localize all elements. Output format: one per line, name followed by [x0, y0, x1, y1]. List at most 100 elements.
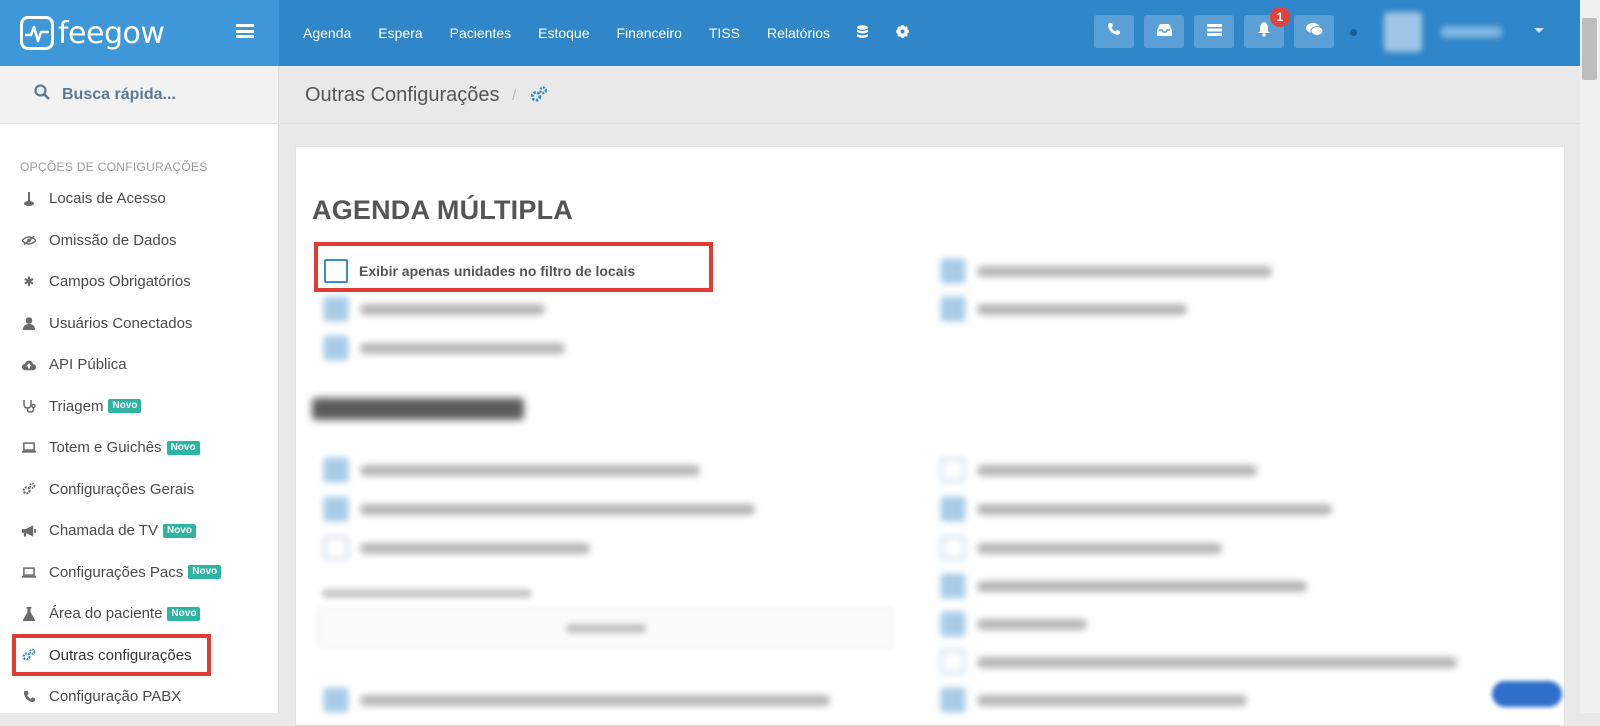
page-title: Outras Configurações [305, 84, 500, 106]
redacted-checkbox [941, 297, 965, 321]
sidebar-item-locais-de-acesso[interactable]: Locais de Acesso [0, 178, 279, 220]
location-icon [22, 191, 36, 206]
sidebar-item-label: Usuários Conectados [49, 314, 193, 332]
redacted-checkbox [941, 574, 965, 598]
redacted-text [977, 464, 1257, 476]
redacted-option [941, 650, 1457, 674]
novo-badge: Novo [108, 399, 142, 414]
redacted-checkbox [941, 458, 965, 482]
sidebar-item-label: Configurações Pacs [49, 563, 184, 581]
laptop-icon [22, 565, 36, 579]
redacted-checkbox [941, 650, 965, 674]
sidebar-item-label: Chamada de TV [49, 522, 158, 540]
redacted-select-value [566, 624, 646, 633]
sidebar-item-area-do-paciente[interactable]: Área do paciente Novo [0, 593, 279, 635]
online-status-dot [1350, 29, 1357, 36]
nav-pacientes[interactable]: Pacientes [450, 25, 511, 41]
sidebar-item-label: Triagem [49, 397, 104, 415]
notifications-button[interactable]: 1 [1244, 7, 1290, 48]
top-nav: Agenda Espera Pacientes Estoque Financei… [303, 0, 937, 66]
inbox-button[interactable] [1144, 15, 1184, 48]
redacted-option [941, 497, 1332, 521]
redacted-text [977, 303, 1187, 315]
sidebar-item-label: Configurações Gerais [49, 480, 195, 498]
database-icon[interactable] [857, 24, 869, 42]
user-icon [22, 316, 36, 330]
phone-icon [1107, 22, 1121, 41]
redacted-section-heading [312, 398, 524, 420]
redacted-option [324, 458, 700, 482]
chat-widget-button[interactable] [1492, 681, 1562, 707]
sidebar-item-label: API Pública [49, 356, 127, 374]
redacted-checkbox [324, 536, 348, 560]
user-name-redacted[interactable] [1440, 26, 1502, 38]
page-scrollbar[interactable] [1580, 0, 1600, 713]
asterisk-icon: ✱ [23, 273, 35, 289]
redacted-option [941, 688, 1247, 712]
nav-agenda[interactable]: Agenda [303, 25, 351, 41]
sidebar-item-configuracoes-pacs[interactable]: Configurações Pacs Novo [0, 552, 279, 594]
redacted-option [941, 458, 1257, 482]
sidebar-item-label: Totem e Guichês [49, 439, 162, 457]
gears-icon [530, 86, 548, 108]
redacted-text [977, 694, 1247, 706]
active-item-highlight [12, 634, 211, 676]
flask-icon [22, 606, 36, 621]
sidebar-item-label: Locais de Acesso [49, 190, 166, 208]
sidebar-item-configuracoes-gerais[interactable]: Configurações Gerais [0, 469, 279, 511]
redacted-checkbox [941, 612, 965, 636]
section-heading: AGENDA MÚLTIPLA [312, 195, 573, 225]
eye-slash-icon [22, 233, 36, 247]
avatar[interactable] [1384, 12, 1422, 52]
sidebar: Busca rápida... OPÇÕES DE CONFIGURAÇÕES … [0, 66, 279, 713]
scrollbar-thumb[interactable] [1582, 18, 1597, 80]
phone-icon [22, 690, 36, 704]
chat-button[interactable] [1294, 15, 1334, 48]
sidebar-item-api-publica[interactable]: API Pública [0, 344, 279, 386]
redacted-checkbox [941, 497, 965, 521]
redacted-text [977, 265, 1272, 277]
nav-financeiro[interactable]: Financeiro [617, 25, 682, 41]
redacted-checkbox [324, 497, 348, 521]
server-icon [1206, 23, 1222, 41]
sidebar-item-configuracao-pabx[interactable]: Configuração PABX [0, 676, 279, 718]
hamburger-menu-icon[interactable] [236, 24, 254, 38]
redacted-option [941, 536, 1222, 560]
sidebar-item-label: Configuração PABX [49, 688, 182, 706]
sidebar-item-campos-obrigatorios[interactable]: ✱ Campos Obrigatórios [0, 261, 279, 303]
sidebar-item-usuarios-conectados[interactable]: Usuários Conectados [0, 303, 279, 345]
laptop-icon [22, 441, 36, 455]
redacted-checkbox [324, 297, 348, 321]
server-button[interactable] [1194, 15, 1234, 48]
novo-badge: Novo [162, 523, 196, 538]
redacted-text [360, 694, 830, 706]
nav-estoque[interactable]: Estoque [538, 25, 589, 41]
phone-button[interactable] [1094, 15, 1134, 48]
sidebar-item-omissao-de-dados[interactable]: Omissão de Dados [0, 220, 279, 262]
redacted-option [324, 688, 830, 712]
novo-badge: Novo [167, 606, 201, 621]
sidebar-item-chamada-de-tv[interactable]: Chamada de TV Novo [0, 510, 279, 552]
sidebar-section-title: OPÇÕES DE CONFIGURAÇÕES [20, 160, 208, 174]
redacted-text [360, 542, 590, 554]
sidebar-item-totem-e-guiches[interactable]: Totem e Guichês Novo [0, 427, 279, 469]
gear-icon[interactable] [896, 25, 910, 41]
bullhorn-icon [22, 524, 36, 538]
redacted-option [941, 574, 1307, 598]
redacted-option [941, 612, 1087, 636]
chat-icon [1305, 22, 1323, 41]
redacted-select-label [322, 589, 532, 598]
redacted-text [360, 342, 565, 354]
nav-tiss[interactable]: TISS [709, 25, 740, 41]
gears-icon [22, 482, 36, 496]
redacted-option [941, 297, 1187, 321]
nav-relatorios[interactable]: Relatórios [767, 25, 830, 41]
redacted-text [977, 542, 1222, 554]
search-icon [34, 84, 50, 105]
sidebar-item-triagem[interactable]: Triagem Novo [0, 386, 279, 428]
quick-search[interactable]: Busca rápida... [0, 66, 278, 124]
nav-espera[interactable]: Espera [378, 25, 422, 41]
redacted-checkbox [941, 259, 965, 283]
user-menu-caret-icon[interactable] [1534, 28, 1544, 33]
novo-badge: Novo [188, 565, 222, 580]
